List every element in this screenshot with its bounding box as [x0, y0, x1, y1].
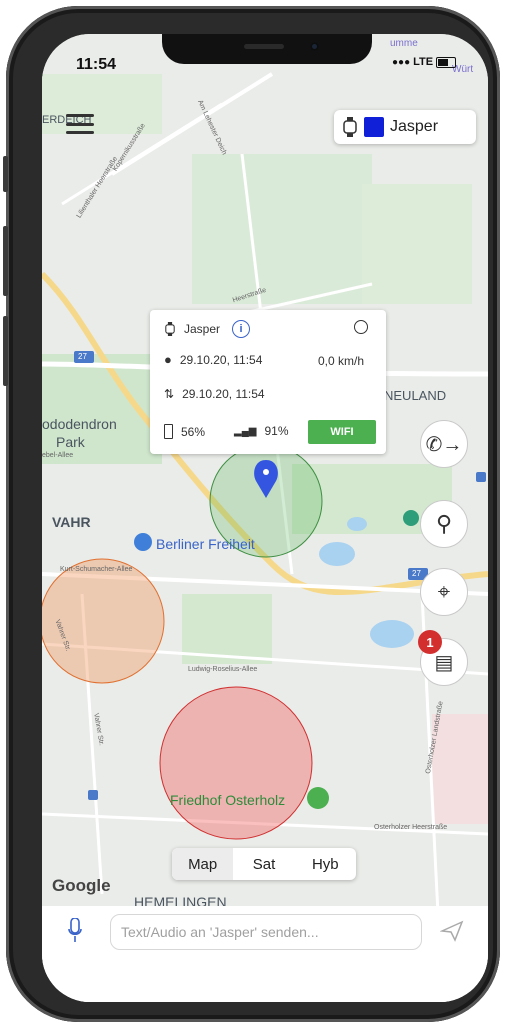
road-label-osterholzer-heerstrasse: Osterholzer Heerstraße — [374, 824, 448, 831]
map-label-friedhof: Friedhof Osterholz — [170, 792, 286, 808]
info-header: Jasper i — [164, 320, 251, 338]
map-label-neuland: NEULAND — [384, 388, 447, 403]
message-input[interactable] — [110, 914, 422, 950]
map-label-berliner-freiheit: Berliner Freiheit — [156, 536, 255, 552]
microphone-icon[interactable] — [68, 917, 82, 942]
phone-call-icon: ✆→ — [425, 433, 463, 456]
speaker — [244, 44, 284, 49]
camera — [310, 42, 319, 51]
mute-switch — [3, 156, 8, 192]
map-type-map[interactable]: Map — [172, 848, 234, 880]
map-label-rhododendron: ododendron — [42, 416, 117, 432]
watch-icon — [165, 322, 175, 336]
map-pin-icon: ⚲ — [435, 511, 453, 536]
sync-arrows-icon: ⇅ — [164, 387, 175, 401]
road-label-kurt-schumacher: Kurt-Schumacher-Allee — [60, 566, 133, 573]
connection-badge: WIFI — [308, 420, 376, 444]
route-shield-27-b: 27 — [412, 569, 421, 578]
tracker-name: Jasper — [390, 118, 439, 135]
notch — [162, 34, 372, 64]
info-signal: 91% — [264, 424, 289, 438]
tracker-color-swatch — [364, 117, 384, 137]
info-sync-row: ⇅ 29.10.20, 11:54 — [164, 387, 265, 401]
info-tracker-name: Jasper — [184, 322, 221, 336]
hamburger-icon-line — [66, 122, 94, 126]
volume-down-button — [3, 316, 8, 386]
tracker-selector[interactable]: Jasper — [334, 110, 476, 144]
call-button[interactable]: ✆→ — [420, 420, 468, 468]
battery-icon — [436, 56, 457, 68]
route-shield-27: 27 — [78, 352, 87, 361]
signal-icon: ●●● — [392, 56, 411, 68]
info-battery: 56% — [181, 424, 206, 439]
hamburger-icon-line — [66, 131, 94, 134]
network-type: LTE — [413, 56, 434, 68]
info-icon[interactable]: i — [232, 320, 251, 338]
map-type-toggle[interactable]: Map Sat Hyb — [172, 848, 356, 880]
google-attribution: Google — [52, 876, 111, 895]
road-label-ludwig-roselius: Ludwig-Roselius-Allee — [188, 666, 258, 673]
status-time: 11:54 — [76, 56, 117, 73]
locate-button[interactable]: ⌖ — [420, 568, 468, 616]
signal-bars-icon: ▂▄▆ — [234, 425, 257, 437]
chat-bubble-icon: ▤ — [434, 651, 454, 674]
hamburger-icon-line — [66, 114, 94, 117]
info-speed: 0,0 km/h — [318, 354, 365, 368]
location-pin-icon: ● — [164, 352, 172, 367]
battery-level-icon — [164, 424, 173, 439]
status-indicators: ●●● LTE — [392, 56, 457, 68]
map-label-vahr: VAHR — [52, 514, 91, 530]
tracker-info-card[interactable]: Jasper i ● 29.10.20, 11:54 0,0 km/h ⇅ 29… — [150, 310, 386, 454]
screen: ERDEICH umme Würt ododendron Park VAHR N… — [42, 34, 488, 1002]
map-type-sat[interactable]: Sat — [233, 848, 294, 880]
menu-button[interactable] — [66, 110, 94, 138]
target-pin-icon: ⌖ — [437, 579, 451, 604]
map-type-hyb[interactable]: Hyb — [295, 848, 356, 880]
info-position-row: ● 29.10.20, 11:54 — [164, 352, 262, 367]
info-battery-row: 56% — [164, 424, 205, 439]
send-icon[interactable] — [439, 920, 464, 942]
chat-unread-badge: 1 — [418, 630, 442, 654]
watch-icon — [343, 117, 357, 137]
refresh-icon[interactable] — [354, 320, 368, 334]
volume-up-button — [3, 226, 8, 296]
map-label-dammweg: umme — [390, 38, 418, 49]
info-position-time: 29.10.20, 11:54 — [179, 352, 263, 367]
info-sync-time: 29.10.20, 11:54 — [182, 387, 265, 401]
info-signal-row: ▂▄▆ 91% — [234, 424, 289, 438]
geofence-button[interactable]: ⚲ — [420, 500, 468, 548]
road-label-ebel-allee: ebel-Allee — [42, 452, 74, 459]
map-label-park: Park — [56, 434, 85, 450]
